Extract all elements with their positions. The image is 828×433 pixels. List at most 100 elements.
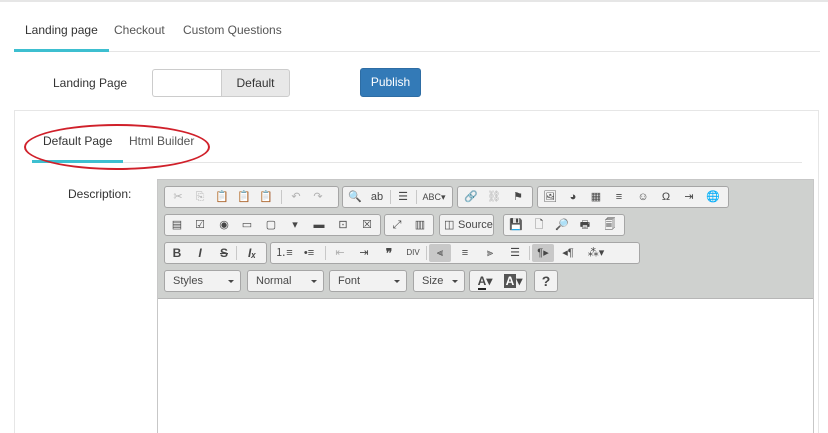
description-label: Description: <box>68 187 132 201</box>
separator <box>416 190 417 204</box>
justify-icon[interactable]: ☰ <box>504 244 526 262</box>
find-icon[interactable]: 🔍 <box>346 188 364 206</box>
save-icon[interactable]: 💾 <box>507 216 525 234</box>
separator <box>390 190 391 204</box>
styles-combo[interactable]: Styles <box>164 270 241 292</box>
main-tabs: Landing page Checkout Custom Questions <box>14 12 820 52</box>
clipboard-group: ✂ ⎘ 📋 📋 📋 ↶ ↷ <box>164 186 339 208</box>
form-icon[interactable]: ▤ <box>168 216 186 234</box>
size-combo[interactable]: Size <box>413 270 465 292</box>
unlink-icon[interactable]: ⛓ <box>485 188 503 206</box>
hidden-field-icon[interactable]: ☒ <box>358 216 376 234</box>
numbered-list-icon[interactable]: ⒈≡ <box>273 244 295 262</box>
landing-page-input[interactable] <box>152 69 222 97</box>
bg-color-icon[interactable]: A ▾ <box>500 272 526 290</box>
italic-button[interactable]: I <box>191 244 209 262</box>
source-group: ◫ Source <box>439 214 494 236</box>
chevron-down-icon <box>311 280 317 283</box>
paste-word-icon[interactable]: 📋 <box>257 188 275 206</box>
separator <box>236 246 237 260</box>
iframe-icon[interactable]: 🌐 <box>704 188 722 206</box>
sub-tabs: Default Page Html Builder <box>32 126 802 163</box>
editor-toolbar: ✂ ⎘ 📋 📋 📋 ↶ ↷ 🔍 ab ☰ ABC▾ 🔗 ⛓ ⚑ 🖼 ◕ ▦ ≡ … <box>158 180 813 299</box>
select-field-icon[interactable]: ▾ <box>286 216 304 234</box>
rtl-icon[interactable]: ◂¶ <box>557 244 579 262</box>
select-all-icon[interactable]: ☰ <box>394 188 412 206</box>
text-color-icon[interactable]: A▾ <box>472 272 498 290</box>
templates-icon[interactable]: 🗐 <box>601 216 619 234</box>
create-div-icon[interactable]: DIV <box>403 244 423 262</box>
textfield-icon[interactable]: ▭ <box>238 216 256 234</box>
indent-icon[interactable]: ⇥ <box>354 244 374 262</box>
preview-icon[interactable]: 🔎 <box>553 216 571 234</box>
content-panel: Default Page Html Builder Description: ✂… <box>14 110 819 433</box>
link-icon[interactable]: 🔗 <box>462 188 480 206</box>
spellcheck-icon[interactable]: ABC▾ <box>420 188 448 206</box>
redo-icon[interactable]: ↷ <box>309 188 327 206</box>
document-group: 💾 🗋 🔎 🖶 🗐 <box>503 214 625 236</box>
separator <box>529 246 530 260</box>
remove-format-icon[interactable]: Iₓ <box>242 244 262 262</box>
tab-checkout[interactable]: Checkout <box>103 12 176 52</box>
maximize-icon[interactable]: ⤢ <box>388 216 406 234</box>
find-group: 🔍 ab ☰ ABC▾ <box>342 186 453 208</box>
chevron-down-icon <box>394 280 400 283</box>
image-button-icon[interactable]: ⊡ <box>334 216 352 234</box>
textarea-icon[interactable]: ▢ <box>262 216 280 234</box>
landing-page-label: Landing Page <box>53 76 128 90</box>
blockquote-icon[interactable]: ❞ <box>379 244 399 262</box>
paste-text-icon[interactable]: 📋 <box>235 188 253 206</box>
bold-button[interactable]: B <box>168 244 186 262</box>
paragraph-group: ⒈≡ •≡ ⇤ ⇥ ❞ DIV ⫷ ≡ ⫸ ☰ ¶▸ ◂¶ ⁂▾ <box>270 242 640 264</box>
default-button[interactable]: Default <box>221 69 290 97</box>
cut-icon[interactable]: ✂ <box>169 188 187 206</box>
button-field-icon[interactable]: ▬ <box>310 216 328 234</box>
undo-icon[interactable]: ↶ <box>287 188 305 206</box>
image-icon[interactable]: 🖼 <box>541 188 559 206</box>
strike-button[interactable]: S <box>215 244 233 262</box>
table-icon[interactable]: ▦ <box>587 188 605 206</box>
format-combo[interactable]: Normal <box>247 270 324 292</box>
align-left-icon[interactable]: ⫷ <box>429 244 451 262</box>
source-label: Source <box>458 219 493 231</box>
outdent-icon[interactable]: ⇤ <box>330 244 350 262</box>
insert-group: 🖼 ◕ ▦ ≡ ☺ Ω ⇥ 🌐 <box>537 186 729 208</box>
new-page-icon[interactable]: 🗋 <box>530 216 548 234</box>
separator <box>281 190 282 204</box>
special-char-icon[interactable]: Ω <box>657 188 675 206</box>
font-combo[interactable]: Font <box>329 270 407 292</box>
checkbox-icon[interactable]: ☑ <box>191 216 209 234</box>
ltr-icon[interactable]: ¶▸ <box>532 244 554 262</box>
bulleted-list-icon[interactable]: •≡ <box>298 244 320 262</box>
separator <box>426 246 427 260</box>
copy-icon[interactable]: ⎘ <box>191 188 209 206</box>
tab-default-page[interactable]: Default Page <box>32 126 124 163</box>
paste-icon[interactable]: 📋 <box>213 188 231 206</box>
align-right-icon[interactable]: ⫸ <box>479 244 501 262</box>
anchor-icon[interactable]: ⚑ <box>509 188 527 206</box>
font-combo-label: Font <box>338 275 361 287</box>
align-center-icon[interactable]: ≡ <box>454 244 476 262</box>
editor-content-area[interactable] <box>158 300 813 433</box>
help-group: ? <box>534 270 558 292</box>
language-icon[interactable]: ⁂▾ <box>582 244 610 262</box>
smiley-icon[interactable]: ☺ <box>634 188 652 206</box>
publish-button[interactable]: Publish <box>360 68 421 97</box>
show-blocks-icon[interactable]: ▥ <box>411 216 429 234</box>
help-button[interactable]: ? <box>537 272 555 290</box>
chevron-down-icon <box>228 280 234 283</box>
page-break-icon[interactable]: ⇥ <box>680 188 698 206</box>
tab-html-builder[interactable]: Html Builder <box>118 126 205 163</box>
format-combo-label: Normal <box>256 275 292 287</box>
rich-text-editor: ✂ ⎘ 📋 📋 📋 ↶ ↷ 🔍 ab ☰ ABC▾ 🔗 ⛓ ⚑ 🖼 ◕ ▦ ≡ … <box>157 179 814 433</box>
print-icon[interactable]: 🖶 <box>576 216 594 234</box>
source-button[interactable]: ◫ Source <box>442 216 493 234</box>
replace-icon[interactable]: ab <box>368 188 386 206</box>
horizontal-rule-icon[interactable]: ≡ <box>610 188 628 206</box>
flash-icon[interactable]: ◕ <box>564 188 582 206</box>
tab-custom-questions[interactable]: Custom Questions <box>172 12 293 52</box>
radio-icon[interactable]: ◉ <box>215 216 233 234</box>
tab-landing-page[interactable]: Landing page <box>14 12 109 52</box>
landing-page-select-group: Default <box>152 69 290 97</box>
link-group: 🔗 ⛓ ⚑ <box>457 186 533 208</box>
